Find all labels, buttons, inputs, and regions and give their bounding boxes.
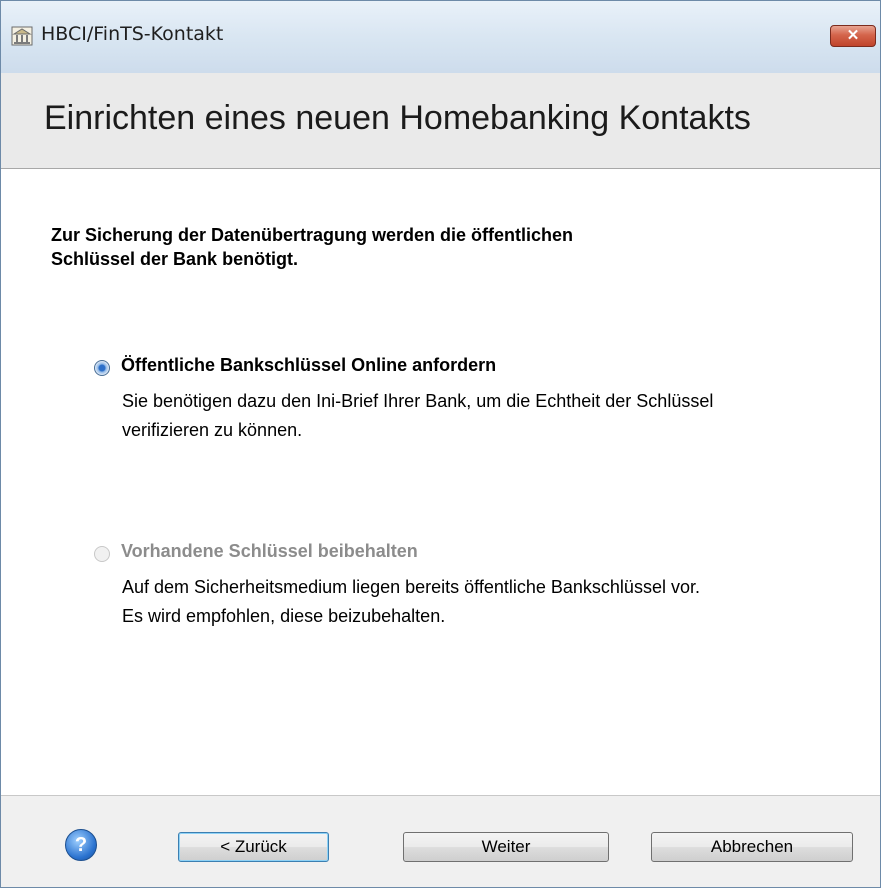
close-icon: ✕ — [846, 27, 860, 44]
option-keep-keys-description: Auf dem Sicherheitsmedium liegen bereits… — [122, 573, 842, 631]
wizard-content: Zur Sicherung der Datenübertragung werde… — [1, 169, 880, 795]
back-button[interactable]: < Zurück — [178, 832, 329, 862]
option-online-keys-label[interactable]: Öffentliche Bankschlüssel Online anforde… — [121, 355, 496, 376]
cancel-button[interactable]: Abbrechen — [651, 832, 853, 862]
option-keep-keys-label[interactable]: Vorhandene Schlüssel beibehalten — [121, 541, 418, 562]
intro-text: Zur Sicherung der Datenübertragung werde… — [51, 223, 811, 271]
bank-building-icon — [11, 25, 33, 47]
dialog-window: HBCI/FinTS-Kontakt ✕ Einrichten eines ne… — [0, 0, 881, 888]
close-button[interactable]: ✕ — [830, 25, 876, 47]
option-keep-keys-desc-line-2: Es wird empfohlen, diese beizubehalten. — [122, 606, 446, 626]
help-icon[interactable]: ? — [65, 829, 97, 861]
title-bar[interactable]: HBCI/FinTS-Kontakt ✕ — [1, 1, 880, 73]
next-button[interactable]: Weiter — [403, 832, 609, 862]
option-online-keys-description: Sie benötigen dazu den Ini-Brief Ihrer B… — [122, 387, 842, 445]
radio-online-keys[interactable] — [94, 360, 110, 376]
option-online-keys-desc-line-2: verifizieren zu können. — [122, 420, 303, 440]
window-title: HBCI/FinTS-Kontakt — [41, 23, 224, 45]
radio-keep-keys[interactable] — [94, 546, 110, 562]
option-keep-keys-desc-line-1: Auf dem Sicherheitsmedium liegen bereits… — [122, 577, 700, 597]
button-bar: ? < Zurück Weiter Abbrechen — [1, 795, 880, 887]
wizard-header: Einrichten eines neuen Homebanking Konta… — [1, 73, 880, 169]
option-online-keys-desc-line-1: Sie benötigen dazu den Ini-Brief Ihrer B… — [122, 391, 714, 411]
intro-line-2: Schlüssel der Bank benötigt. — [51, 249, 299, 269]
page-title: Einrichten eines neuen Homebanking Konta… — [44, 99, 751, 137]
intro-line-1: Zur Sicherung der Datenübertragung werde… — [51, 225, 574, 245]
